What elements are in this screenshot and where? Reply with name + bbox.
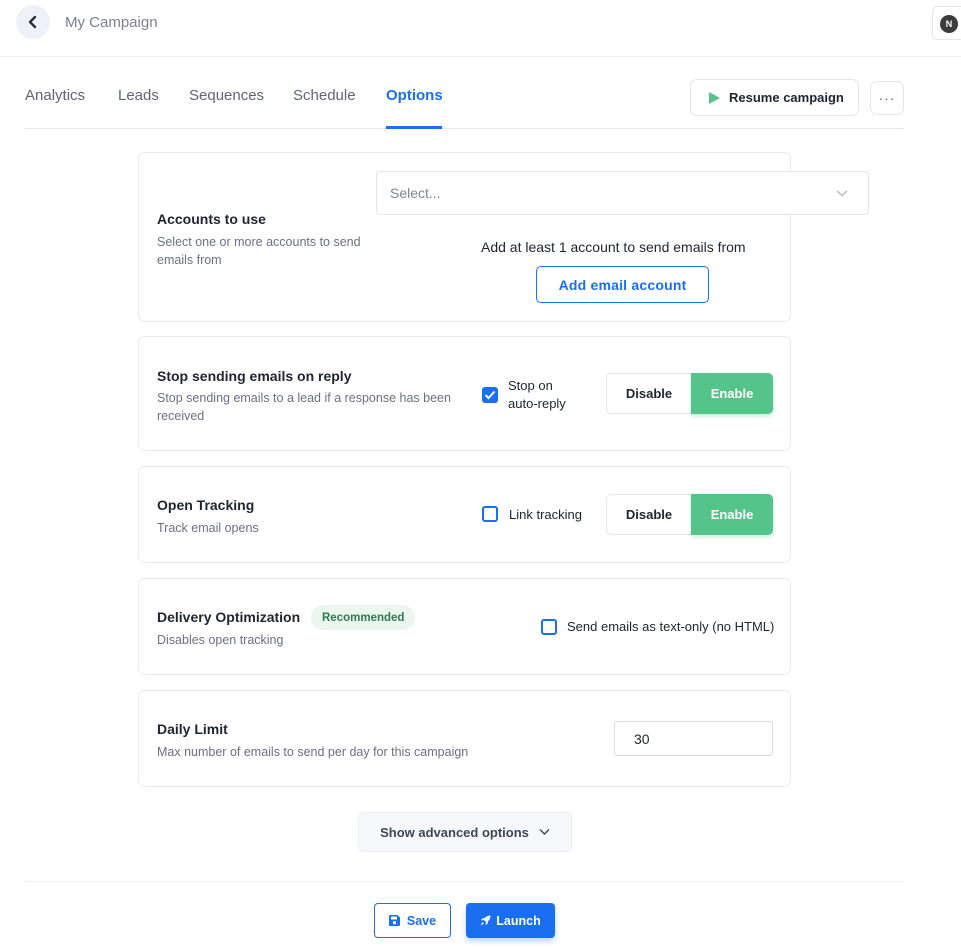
accounts-description: Select one or more accounts to send emai… xyxy=(157,235,361,267)
save-label: Save xyxy=(406,913,437,928)
top-bar: My Campaign N xyxy=(0,0,961,57)
tab-leads[interactable]: Leads xyxy=(118,87,159,104)
chevron-left-icon xyxy=(28,15,37,29)
more-options-button[interactable]: ··· xyxy=(870,81,904,115)
link-tracking-label[interactable]: Link tracking xyxy=(509,506,582,524)
stop-on-reply-toggle: Disable Enable xyxy=(606,373,773,414)
daily-limit-input[interactable] xyxy=(614,721,773,756)
open-tracking-enable-button[interactable]: Enable xyxy=(691,494,773,535)
show-advanced-options-label: Show advanced options xyxy=(380,824,529,840)
resume-campaign-button[interactable]: Resume campaign xyxy=(690,79,859,116)
stop-on-auto-reply-checkbox[interactable] xyxy=(482,387,498,403)
campaign-title: My Campaign xyxy=(65,14,158,31)
tab-options[interactable]: Options xyxy=(386,87,443,104)
chevron-down-icon xyxy=(836,190,848,197)
accounts-select[interactable]: Select... xyxy=(376,171,869,215)
stop-on-reply-disable-button[interactable]: Disable xyxy=(606,373,691,414)
text-only-label[interactable]: Send emails as text-only (no HTML) xyxy=(567,618,774,636)
resume-campaign-label: Resume campaign xyxy=(729,90,844,105)
stop-on-reply-title: Stop sending emails on reply xyxy=(157,368,352,384)
daily-limit-description: Max number of emails to send per day for… xyxy=(157,745,469,759)
accounts-select-placeholder: Select... xyxy=(390,185,441,201)
text-only-checkbox[interactable] xyxy=(541,619,557,635)
delivery-optimization-description: Disables open tracking xyxy=(157,633,284,647)
back-button[interactable] xyxy=(16,5,50,39)
stop-on-auto-reply-label[interactable]: Stop on auto-reply xyxy=(508,377,566,413)
active-tab-indicator xyxy=(386,126,442,129)
tab-sequences[interactable]: Sequences xyxy=(189,87,264,104)
tab-schedule[interactable]: Schedule xyxy=(293,87,356,104)
delivery-optimization-title: Delivery Optimization xyxy=(157,609,301,625)
tab-analytics[interactable]: Analytics xyxy=(25,87,85,104)
stop-on-reply-description: Stop sending emails to a lead if a respo… xyxy=(157,391,451,423)
accounts-title: Accounts to use xyxy=(157,211,266,227)
stop-on-reply-enable-button[interactable]: Enable xyxy=(691,373,773,414)
launch-label: Launch xyxy=(496,913,541,928)
daily-limit-title: Daily Limit xyxy=(157,721,228,737)
user-menu[interactable]: N xyxy=(932,6,961,40)
floppy-disk-icon xyxy=(388,915,400,926)
checkmark-icon xyxy=(484,390,496,400)
more-icon: ··· xyxy=(878,90,896,106)
chevron-down-icon xyxy=(539,829,550,835)
avatar: N xyxy=(940,15,958,33)
link-tracking-checkbox[interactable] xyxy=(482,506,498,522)
open-tracking-disable-button[interactable]: Disable xyxy=(606,494,691,535)
footer-divider xyxy=(25,881,904,882)
recommended-badge: Recommended xyxy=(311,605,416,630)
stop-on-auto-reply-label-line2: auto-reply xyxy=(508,396,566,411)
add-account-hint: Add at least 1 account to send emails fr… xyxy=(481,239,746,255)
add-email-account-button[interactable]: Add email account xyxy=(536,266,709,303)
stop-on-auto-reply-label-line1: Stop on xyxy=(508,378,553,393)
open-tracking-toggle: Disable Enable xyxy=(606,494,773,535)
show-advanced-options-button[interactable]: Show advanced options xyxy=(358,812,572,852)
play-icon xyxy=(709,91,720,104)
launch-button[interactable]: Launch xyxy=(466,903,555,938)
open-tracking-description: Track email opens xyxy=(157,521,259,535)
rocket-icon xyxy=(480,915,491,926)
save-button[interactable]: Save xyxy=(374,903,451,938)
open-tracking-title: Open Tracking xyxy=(157,497,255,513)
